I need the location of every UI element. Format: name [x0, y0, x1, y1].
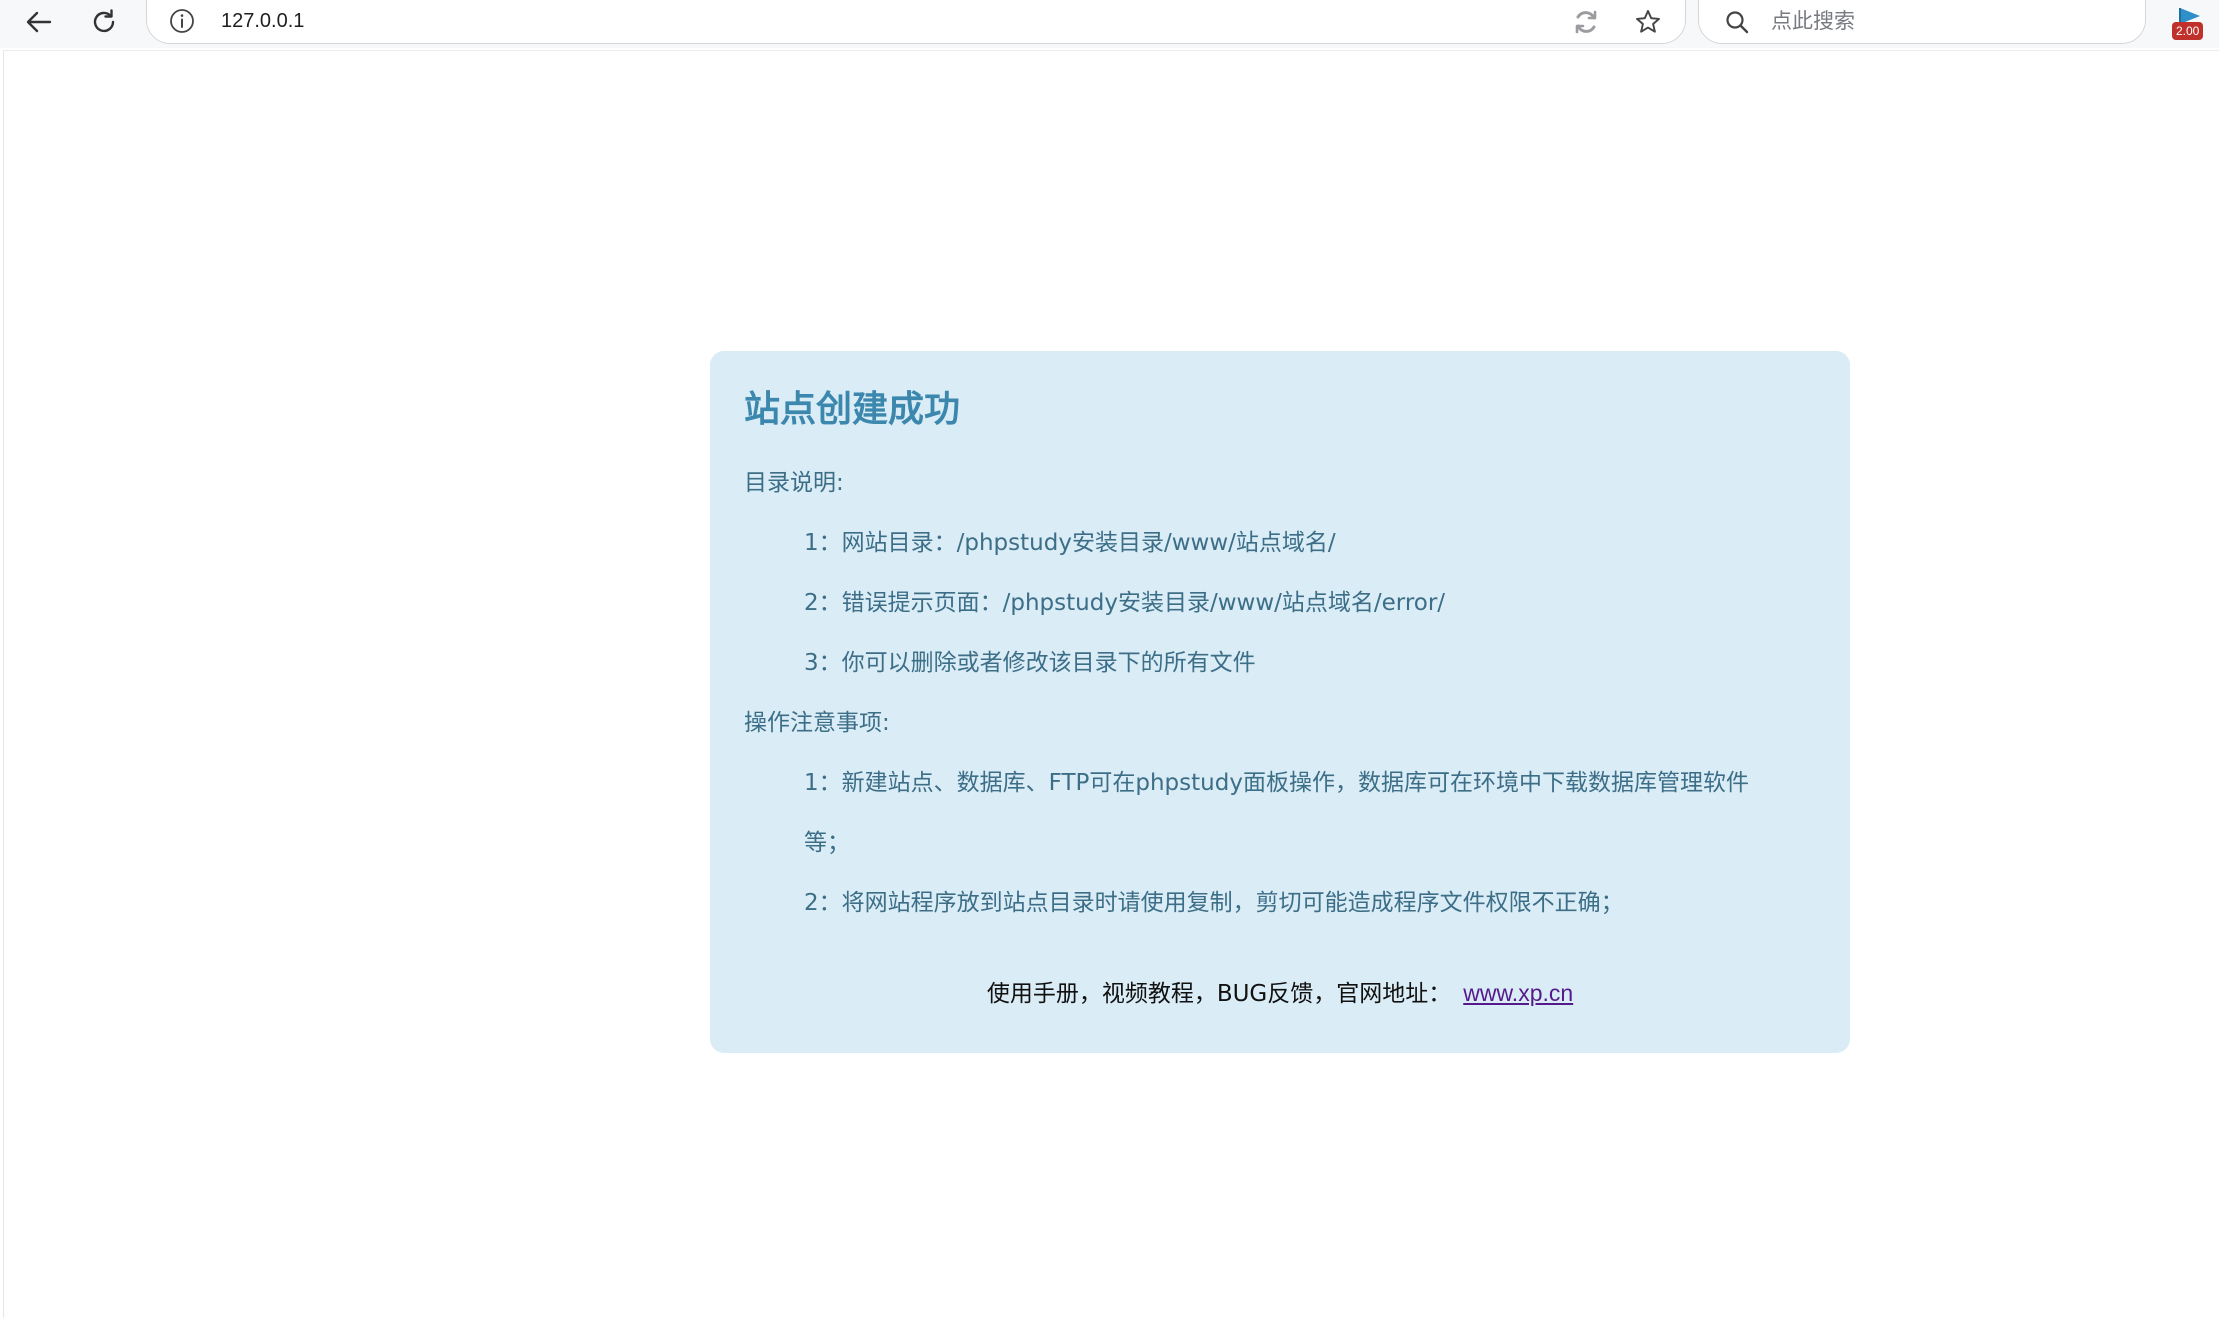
url-text[interactable]: 127.0.0.1	[221, 8, 304, 34]
extension-badge: 2.00	[2172, 22, 2204, 40]
search-input[interactable]	[1769, 4, 2129, 38]
reload-button[interactable]	[82, 2, 126, 42]
browser-toolbar: 127.0.0.1 点此搜索 2.00	[0, 0, 2219, 48]
list-item: 2：错误提示页面：/phpstudy安装目录/www/站点域名/error/	[804, 590, 1446, 616]
page-viewport: 站点创建成功 目录说明: 1：网站目录：/phpstudy安装目录/www/站点…	[3, 50, 2219, 1318]
refresh-mode-icon[interactable]	[1571, 7, 1601, 37]
notes-heading: 操作注意事项:	[744, 710, 890, 736]
footer-line: 使用手册，视频教程，BUG反馈，官网地址： www.xp.cn	[710, 977, 1850, 1010]
directory-heading: 目录说明:	[744, 470, 844, 496]
official-site-link[interactable]: www.xp.cn	[1463, 980, 1573, 1006]
success-card: 站点创建成功 目录说明: 1：网站目录：/phpstudy安装目录/www/站点…	[710, 351, 1850, 1053]
back-button[interactable]	[17, 2, 61, 42]
list-item: 2：将网站程序放到站点目录时请使用复制，剪切可能造成程序文件权限不正确；	[804, 890, 1624, 916]
bookmark-star-icon[interactable]	[1633, 7, 1663, 37]
info-icon[interactable]	[169, 8, 195, 34]
reload-icon	[89, 7, 119, 37]
list-item: 1：网站目录：/phpstudy安装目录/www/站点域名/	[804, 530, 1336, 556]
list-item-continuation: 等；	[804, 830, 850, 856]
list-item: 1：新建站点、数据库、FTP可在phpstudy面板操作，数据库可在环境中下载数…	[804, 770, 1749, 796]
list-item: 3：你可以删除或者修改该目录下的所有文件	[804, 650, 1256, 676]
address-bar[interactable]: 127.0.0.1	[146, 0, 1686, 44]
arrow-left-icon	[24, 7, 54, 37]
search-icon	[1723, 8, 1751, 36]
page-title: 站点创建成功	[744, 389, 961, 430]
footer-text: 使用手册，视频教程，BUG反馈，官网地址：	[986, 981, 1452, 1007]
search-bar[interactable]	[1698, 0, 2146, 44]
